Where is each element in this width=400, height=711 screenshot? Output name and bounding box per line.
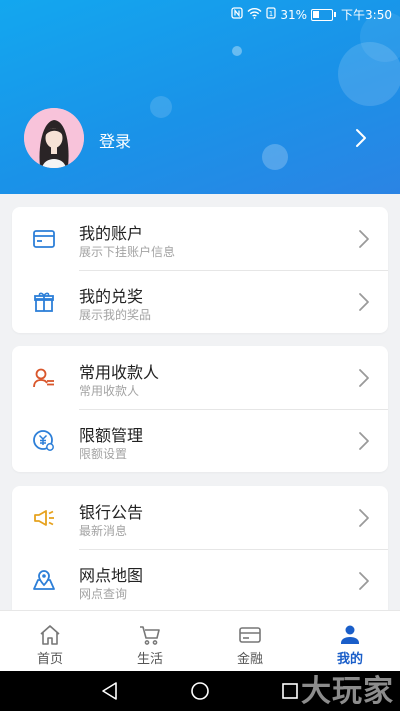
chevron-right-icon — [358, 368, 370, 392]
bottom-tab-bar: 首页 生活 金融 我的 — [0, 610, 400, 671]
profile-header: 1 31% 下午3:50 登录 — [0, 0, 400, 194]
nfc-icon — [231, 7, 244, 22]
battery-icon — [311, 8, 337, 21]
decor-bubble — [232, 46, 242, 56]
menu-item-branch-map[interactable]: 网点地图 网点查询 — [12, 549, 388, 610]
menu-item-frequent-payees[interactable]: 常用收款人 常用收款人 — [12, 346, 388, 410]
menu-item-title: 限额管理 — [79, 426, 144, 445]
menu-item-subtitle: 网点查询 — [79, 587, 128, 601]
megaphone-icon — [32, 506, 56, 530]
tab-label: 首页 — [36, 652, 63, 667]
avatar[interactable] — [24, 108, 84, 168]
tab-label: 我的 — [336, 652, 363, 667]
chevron-right-icon — [358, 431, 370, 455]
menu-item-my-account[interactable]: 我的账户 展示下挂账户信息 — [12, 207, 388, 271]
menu-item-subtitle: 展示我的奖品 — [79, 308, 152, 322]
chevron-right-icon — [358, 229, 370, 253]
tab-life[interactable]: 生活 — [100, 611, 200, 671]
back-icon[interactable] — [100, 681, 120, 705]
menu-item-my-prizes[interactable]: 我的兑奖 展示我的奖品 — [12, 270, 388, 334]
wallet-icon — [32, 227, 56, 251]
menu-item-bank-notices[interactable]: 银行公告 最新消息 — [12, 486, 388, 550]
menu-item-subtitle: 展示下挂账户信息 — [79, 245, 176, 259]
chevron-right-icon[interactable] — [354, 128, 368, 152]
menu-item-title: 银行公告 — [79, 503, 144, 522]
menu-item-title: 我的账户 — [79, 224, 144, 243]
limit-yen-icon — [32, 429, 56, 453]
gift-icon — [32, 290, 56, 314]
svg-text:1: 1 — [269, 10, 273, 18]
menu-item-limit-management[interactable]: 限额管理 限额设置 — [12, 409, 388, 473]
watermark-text: 大玩家 — [301, 674, 394, 709]
clock-time: 下午3:50 — [341, 8, 392, 22]
account-section-card: 我的账户 展示下挂账户信息 我的兑奖 展示我的奖品 — [12, 207, 388, 333]
login-row[interactable]: 登录 — [24, 108, 384, 170]
tab-home[interactable]: 首页 — [0, 611, 100, 671]
wifi-icon — [247, 7, 262, 22]
chevron-right-icon — [358, 571, 370, 595]
tab-finance[interactable]: 金融 — [200, 611, 300, 671]
person-icon — [338, 623, 362, 647]
menu-item-title: 我的兑奖 — [79, 287, 144, 306]
menu-item-title: 常用收款人 — [79, 363, 160, 382]
battery-percent: 31% — [280, 7, 308, 22]
info-section-card: 银行公告 最新消息 网点地图 网点查询 — [12, 486, 388, 610]
menu-item-subtitle: 常用收款人 — [79, 384, 140, 398]
status-bar: 1 31% 下午3:50 — [0, 0, 400, 28]
card-icon — [238, 623, 262, 647]
tab-label: 金融 — [236, 652, 263, 667]
tab-label: 生活 — [136, 652, 163, 667]
chevron-right-icon — [358, 508, 370, 532]
map-pin-icon — [32, 569, 56, 593]
payment-section-card: 常用收款人 常用收款人 限额管理 限额设置 — [12, 346, 388, 472]
chevron-right-icon — [358, 292, 370, 316]
signal-icon: 1 — [266, 7, 276, 22]
menu-item-subtitle: 限额设置 — [79, 447, 128, 461]
tab-mine[interactable]: 我的 — [300, 611, 400, 671]
payee-icon — [32, 366, 56, 390]
home-circle-icon[interactable] — [190, 681, 210, 705]
home-icon — [38, 623, 62, 647]
menu-item-title: 网点地图 — [79, 566, 144, 585]
recents-icon[interactable] — [280, 681, 300, 705]
battery-fill — [313, 10, 320, 18]
menu-item-subtitle: 最新消息 — [79, 524, 128, 538]
login-label[interactable]: 登录 — [99, 128, 131, 152]
cart-icon — [138, 623, 162, 647]
